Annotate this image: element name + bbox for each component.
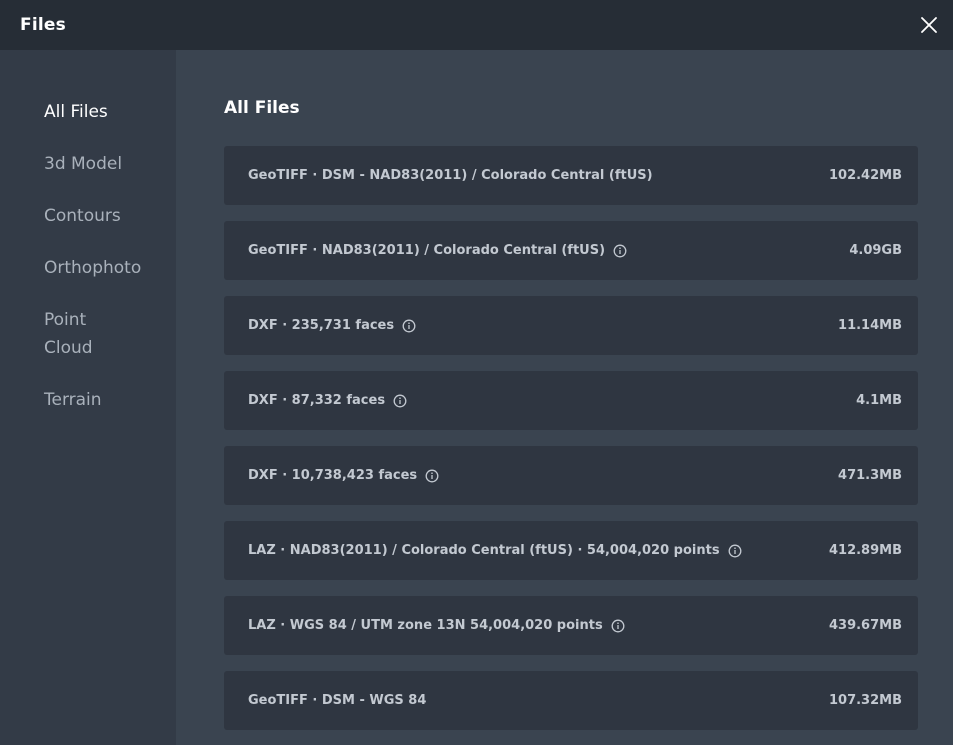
info-icon[interactable] bbox=[611, 619, 625, 633]
file-size: 4.1MB bbox=[856, 393, 902, 408]
main-panel: All Files GeoTIFF · DSM - NAD83(2011) / … bbox=[176, 50, 953, 745]
file-size: 471.3MB bbox=[838, 468, 902, 483]
sidebar-item-orthophoto[interactable]: Orthophoto bbox=[44, 254, 164, 282]
close-icon bbox=[921, 17, 937, 33]
file-size: 4.09GB bbox=[849, 243, 902, 258]
file-label: DXF · 87,332 faces bbox=[248, 393, 407, 408]
file-size: 11.14MB bbox=[838, 318, 902, 333]
title-bar: Files bbox=[0, 0, 953, 50]
info-icon[interactable] bbox=[402, 319, 416, 333]
info-icon[interactable] bbox=[425, 469, 439, 483]
page-title: All Files bbox=[224, 98, 300, 118]
file-label: DXF · 10,738,423 faces bbox=[248, 468, 439, 483]
sidebar-item-all-files[interactable]: All Files bbox=[44, 98, 164, 126]
sidebar-item-point-cloud[interactable]: Point Cloud bbox=[44, 306, 124, 362]
file-label: LAZ · WGS 84 / UTM zone 13N 54,004,020 p… bbox=[248, 618, 625, 633]
dialog-title: Files bbox=[20, 15, 66, 35]
file-row[interactable]: DXF · 10,738,423 faces 471.3MB bbox=[224, 446, 918, 505]
sidebar: All Files 3d Model Contours Orthophoto P… bbox=[0, 50, 176, 745]
file-label: GeoTIFF · NAD83(2011) / Colorado Central… bbox=[248, 243, 627, 258]
sidebar-item-3d-model[interactable]: 3d Model bbox=[44, 150, 164, 178]
file-label: GeoTIFF · DSM - NAD83(2011) / Colorado C… bbox=[248, 168, 653, 183]
files-dialog: Files All Files 3d Model Contours Orthop… bbox=[0, 0, 953, 745]
info-icon[interactable] bbox=[613, 244, 627, 258]
sidebar-item-contours[interactable]: Contours bbox=[44, 202, 164, 230]
file-size: 102.42MB bbox=[828, 168, 902, 183]
sidebar-item-terrain[interactable]: Terrain bbox=[44, 386, 164, 414]
file-size: 439.67MB bbox=[828, 618, 902, 633]
file-row[interactable]: LAZ · WGS 84 / UTM zone 13N 54,004,020 p… bbox=[224, 596, 918, 655]
close-button[interactable] bbox=[917, 13, 941, 37]
file-row[interactable]: GeoTIFF · DSM - WGS 84 107.32MB bbox=[224, 671, 918, 730]
file-row[interactable]: DXF · 235,731 faces 11.14MB bbox=[224, 296, 918, 355]
file-size: 412.89MB bbox=[828, 543, 902, 558]
file-label: GeoTIFF · DSM - WGS 84 bbox=[248, 693, 427, 708]
file-size: 107.32MB bbox=[828, 693, 902, 708]
file-row[interactable]: DXF · 87,332 faces 4.1MB bbox=[224, 371, 918, 430]
file-row[interactable]: LAZ · NAD83(2011) / Colorado Central (ft… bbox=[224, 521, 918, 580]
file-row[interactable]: GeoTIFF · NAD83(2011) / Colorado Central… bbox=[224, 221, 918, 280]
info-icon[interactable] bbox=[728, 544, 742, 558]
file-label: LAZ · NAD83(2011) / Colorado Central (ft… bbox=[248, 543, 742, 558]
file-label: DXF · 235,731 faces bbox=[248, 318, 416, 333]
file-row[interactable]: GeoTIFF · DSM - NAD83(2011) / Colorado C… bbox=[224, 146, 918, 205]
info-icon[interactable] bbox=[393, 394, 407, 408]
